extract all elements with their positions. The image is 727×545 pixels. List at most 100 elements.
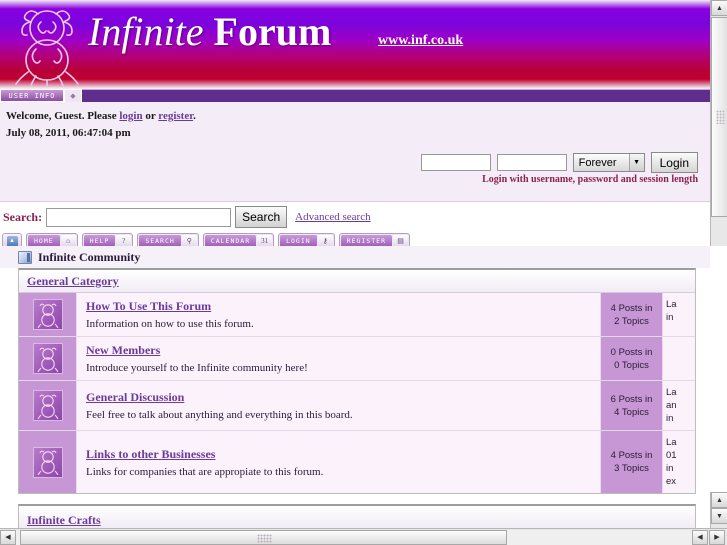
- community-title: Infinite Community: [38, 249, 141, 264]
- board-lastpost-cell: La 01 in ex: [663, 431, 695, 493]
- question-icon: ?: [116, 234, 132, 246]
- category-header: General Category: [19, 270, 695, 293]
- board-lastpost-line: 01: [666, 450, 677, 461]
- search-label: Search:: [3, 209, 43, 224]
- board-lastpost-line: in: [666, 413, 674, 424]
- board-stats-cell: 0 Posts in 0 Topics: [600, 337, 663, 380]
- nav-button-register[interactable]: REGISTER ▤: [338, 233, 410, 246]
- board-description: Links for companies that are appropiate …: [86, 465, 324, 478]
- nav-button-login-label: LOGIN: [280, 234, 317, 246]
- register-link[interactable]: register: [158, 110, 193, 122]
- search-icon: ⚲: [181, 234, 197, 246]
- session-length-select[interactable]: Forever ▼: [572, 153, 645, 172]
- nav-button-home[interactable]: HOME ⌂: [26, 233, 78, 246]
- board-icon: [32, 390, 63, 421]
- login-form: Forever ▼ Login: [420, 152, 698, 173]
- password-input[interactable]: [496, 154, 567, 171]
- advanced-search-link[interactable]: Advanced search: [295, 211, 370, 223]
- site-url-link[interactable]: www.inf.co.uk: [378, 33, 463, 49]
- board-row[interactable]: General Discussion Feel free to talk abo…: [19, 381, 695, 431]
- board-icon: [32, 299, 63, 330]
- nav-button-help-label: HELP: [83, 234, 116, 246]
- board-index-frame: Infinite Community General Category How …: [0, 246, 727, 531]
- board-description: Feel free to talk about anything and eve…: [86, 409, 353, 421]
- board-posts-count: 4 Posts in: [610, 302, 653, 314]
- card-icon: ▤: [393, 234, 408, 246]
- board-folder-icon: [18, 250, 32, 264]
- calendar-icon: 31: [257, 234, 273, 246]
- board-icon-cell: [19, 431, 77, 493]
- board-posts-count: 6 Posts in: [610, 393, 653, 405]
- board-icon-cell: [19, 293, 77, 336]
- key-icon: ⚷: [317, 234, 333, 246]
- login-button[interactable]: Login: [650, 152, 698, 173]
- scroll-right-arrow[interactable]: ▶: [709, 529, 725, 545]
- scroll-left-arrow-secondary[interactable]: ◀: [692, 529, 708, 545]
- board-lastpost-line: La: [666, 437, 677, 448]
- board-lastpost-cell: [663, 337, 695, 380]
- title-bold-part: Forum: [213, 9, 332, 54]
- scroll-up-arrow[interactable]: ▲: [711, 492, 727, 508]
- category-title-link[interactable]: Infinite Crafts: [27, 513, 101, 528]
- board-index-content: Infinite Community General Category How …: [0, 246, 710, 531]
- nav-button-calendar[interactable]: CALENDAR 31: [202, 233, 275, 246]
- category-header: Infinite Crafts: [19, 506, 695, 528]
- nav-button-calendar-label: CALENDAR: [204, 234, 257, 246]
- home-up-icon[interactable]: ▲: [2, 233, 22, 246]
- login-hint-text: Login with username, password and sessio…: [482, 174, 698, 185]
- community-header: Infinite Community: [0, 246, 710, 268]
- board-stats-cell: 4 Posts in 3 Topics: [600, 431, 663, 493]
- board-title-link[interactable]: Links to other Businesses: [86, 447, 592, 462]
- site-banner: Infinite Forum www.inf.co.uk: [0, 0, 710, 88]
- board-description: Introduce yourself to the Infinite commu…: [86, 362, 308, 374]
- collapse-icon[interactable]: ◆: [64, 89, 82, 102]
- horizontal-scroll-track[interactable]: [16, 529, 692, 545]
- search-button[interactable]: Search: [235, 206, 288, 228]
- board-stats-cell: 6 Posts in 4 Topics: [600, 381, 663, 430]
- nav-button-login[interactable]: LOGIN ⚷: [278, 233, 335, 246]
- horizontal-scroll-arrows: ◀ ▶: [692, 529, 727, 545]
- board-row[interactable]: Links to other Businesses Links for comp…: [19, 431, 695, 493]
- nav-button-home-label: HOME: [28, 234, 60, 246]
- board-lastpost-line: La: [666, 387, 677, 398]
- nav-button-search[interactable]: SEARCH ⚲: [137, 233, 199, 246]
- up-arrow-glyph: ▲: [6, 235, 18, 246]
- tab-user-info[interactable]: USER INFO: [0, 89, 64, 102]
- board-row[interactable]: How To Use This Forum Information on how…: [19, 293, 695, 337]
- board-content-cell: How To Use This Forum Information on how…: [77, 293, 600, 336]
- scroll-thumb-grip: [716, 110, 725, 124]
- top-scroll-thumb[interactable]: [711, 17, 727, 217]
- welcome-message: Welcome, Guest. Please login or register…: [6, 110, 196, 122]
- house-icon: ⌂: [60, 234, 76, 246]
- top-frame-content: Infinite Forum www.inf.co.uk USER INFO ◆…: [0, 0, 710, 246]
- scroll-left-arrow[interactable]: ◀: [0, 529, 16, 545]
- scroll-up-arrow[interactable]: ▲: [711, 0, 727, 16]
- board-content-cell: Links to other Businesses Links for comp…: [77, 431, 600, 493]
- user-info-panel: Welcome, Guest. Please login or register…: [0, 102, 710, 202]
- board-icon: [32, 343, 63, 374]
- board-posts-count: 4 Posts in: [610, 450, 653, 461]
- board-content-cell: General Discussion Feel free to talk abo…: [77, 381, 600, 430]
- board-lastpost-line: in: [666, 463, 674, 474]
- nav-button-help[interactable]: HELP ?: [81, 233, 134, 246]
- search-input[interactable]: [46, 207, 232, 227]
- board-frame-vertical-scrollbar[interactable]: ▲ ▼: [710, 492, 727, 531]
- horizontal-scrollbar[interactable]: ◀ ◀ ▶: [0, 528, 727, 545]
- tab-strip-filler: [82, 89, 710, 102]
- scroll-down-arrow[interactable]: ▼: [711, 508, 727, 524]
- current-date: July 08, 2011, 06:47:04 pm: [6, 127, 131, 139]
- board-icon-cell: [19, 381, 77, 430]
- horizontal-scroll-thumb[interactable]: [20, 529, 507, 545]
- board-title-link[interactable]: How To Use This Forum: [86, 299, 592, 314]
- board-title-link[interactable]: New Members: [86, 343, 592, 358]
- username-input[interactable]: [420, 154, 491, 171]
- board-posts-count: 0 Posts in: [610, 346, 653, 358]
- tab-strip: USER INFO ◆: [0, 88, 710, 102]
- nav-button-search-label: SEARCH: [139, 234, 181, 246]
- board-title-link[interactable]: General Discussion: [86, 390, 592, 405]
- login-link[interactable]: login: [119, 110, 142, 122]
- board-row[interactable]: New Members Introduce yourself to the In…: [19, 337, 695, 381]
- browser-viewport: Infinite Forum www.inf.co.uk USER INFO ◆…: [0, 0, 727, 545]
- top-frame-vertical-scrollbar[interactable]: ▲: [710, 0, 727, 246]
- category-title-link[interactable]: General Category: [27, 274, 119, 289]
